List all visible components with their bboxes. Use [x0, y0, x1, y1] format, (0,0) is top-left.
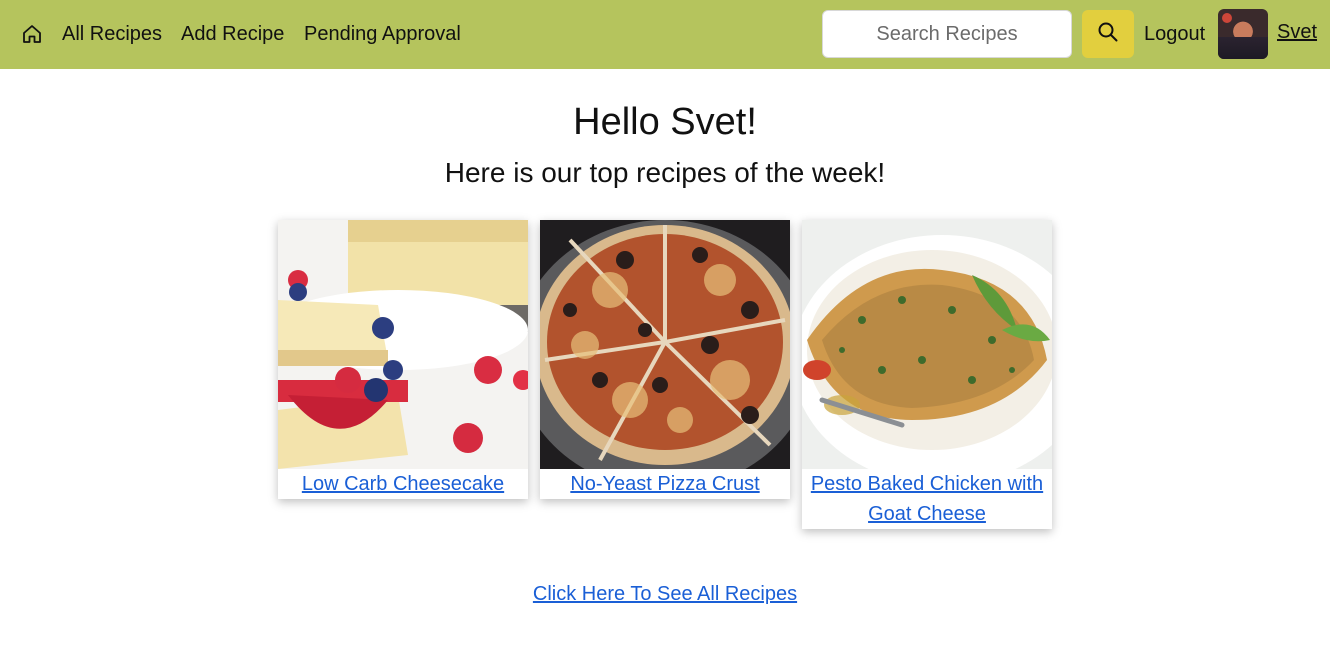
avatar[interactable] [1218, 9, 1268, 59]
recipe-card[interactable]: Low Carb Cheesecake [278, 220, 528, 499]
greeting-heading: Hello Svet! [573, 101, 757, 143]
recipe-photo-cheesecake[interactable] [278, 220, 528, 469]
logout-link[interactable]: Logout [1144, 22, 1205, 46]
see-all-container: Click Here To See All Recipes [0, 580, 1330, 608]
search-input[interactable] [822, 10, 1072, 58]
recipe-card[interactable]: No-Yeast Pizza Crust [540, 220, 790, 499]
recipe-title-link[interactable]: Low Carb Cheesecake [278, 469, 528, 499]
see-all-recipes-link[interactable]: Click Here To See All Recipes [533, 583, 797, 605]
avatar-shade [1218, 37, 1268, 59]
top-recipes-subheading: Here is our top recipes of the week! [444, 157, 886, 188]
recipe-photo-pesto-chicken[interactable] [802, 220, 1052, 469]
recipe-title-link[interactable]: Pesto Baked Chicken with Goat Cheese [802, 469, 1052, 529]
nav-add-recipe[interactable]: Add Recipe [181, 22, 284, 46]
nav-pending-approval[interactable]: Pending Approval [304, 22, 461, 46]
recipe-card[interactable]: Pesto Baked Chicken with Goat Cheese [802, 220, 1052, 529]
home-icon[interactable] [20, 22, 44, 46]
nav-all-recipes[interactable]: All Recipes [62, 22, 162, 46]
search-button[interactable] [1082, 10, 1134, 58]
avatar-accent [1222, 13, 1232, 23]
magnifier-icon [1097, 21, 1119, 48]
recipe-photo-pizza[interactable] [540, 220, 790, 469]
username-link[interactable]: Svet [1277, 20, 1317, 44]
recipe-title-link[interactable]: No-Yeast Pizza Crust [540, 469, 790, 499]
top-navbar: All Recipes Add Recipe Pending Approval … [0, 0, 1330, 69]
